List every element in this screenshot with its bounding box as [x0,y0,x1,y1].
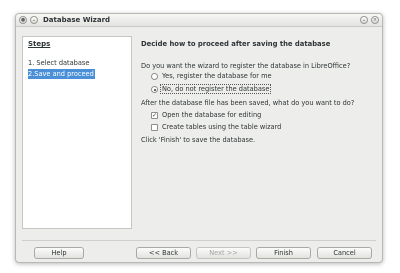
page-heading: Decide how to proceed after saving the d… [141,40,331,48]
next-button[interactable]: Next >> [196,247,251,259]
finish-hint: Click 'Finish' to save the database. [141,136,256,144]
steps-heading: Steps [28,40,51,48]
window-title: Database Wizard [43,16,111,24]
register-no-radio[interactable] [151,86,158,93]
minimize-icon[interactable]: ⌄ [360,16,368,24]
create-tables-label[interactable]: Create tables using the table wizard [162,123,281,131]
step-save-and-proceed[interactable]: 2.Save and proceed [28,69,95,79]
register-yes-radio[interactable] [151,73,158,80]
register-question: Do you want the wizard to register the d… [141,62,351,70]
menu-icon[interactable]: ⌄ [30,16,38,24]
title-bar[interactable]: ● ⌄ Database Wizard ⌄ × [16,14,382,27]
database-wizard-window: ● ⌄ Database Wizard ⌄ × Steps 1. Select … [15,13,383,263]
register-yes-label[interactable]: Yes, register the database for me [162,72,272,80]
finish-button[interactable]: Finish [256,247,311,259]
after-save-question: After the database file has been saved, … [141,99,355,107]
register-no-label[interactable]: No, do not register the database [160,84,272,94]
open-for-editing-checkbox[interactable]: ✓ [151,112,158,119]
back-button[interactable]: << Back [136,247,191,259]
button-separator [22,240,376,241]
help-button[interactable]: Help [34,247,84,259]
wizard-page: Decide how to proceed after saving the d… [138,36,378,229]
close-icon[interactable]: × [371,16,379,24]
app-icon[interactable]: ● [19,16,27,24]
steps-sidebar: Steps 1. Select database 2.Save and proc… [22,36,132,229]
open-for-editing-label[interactable]: Open the database for editing [162,111,261,119]
step-select-database[interactable]: 1. Select database [28,58,89,68]
create-tables-checkbox[interactable] [151,124,158,131]
cancel-button[interactable]: Cancel [317,247,372,259]
